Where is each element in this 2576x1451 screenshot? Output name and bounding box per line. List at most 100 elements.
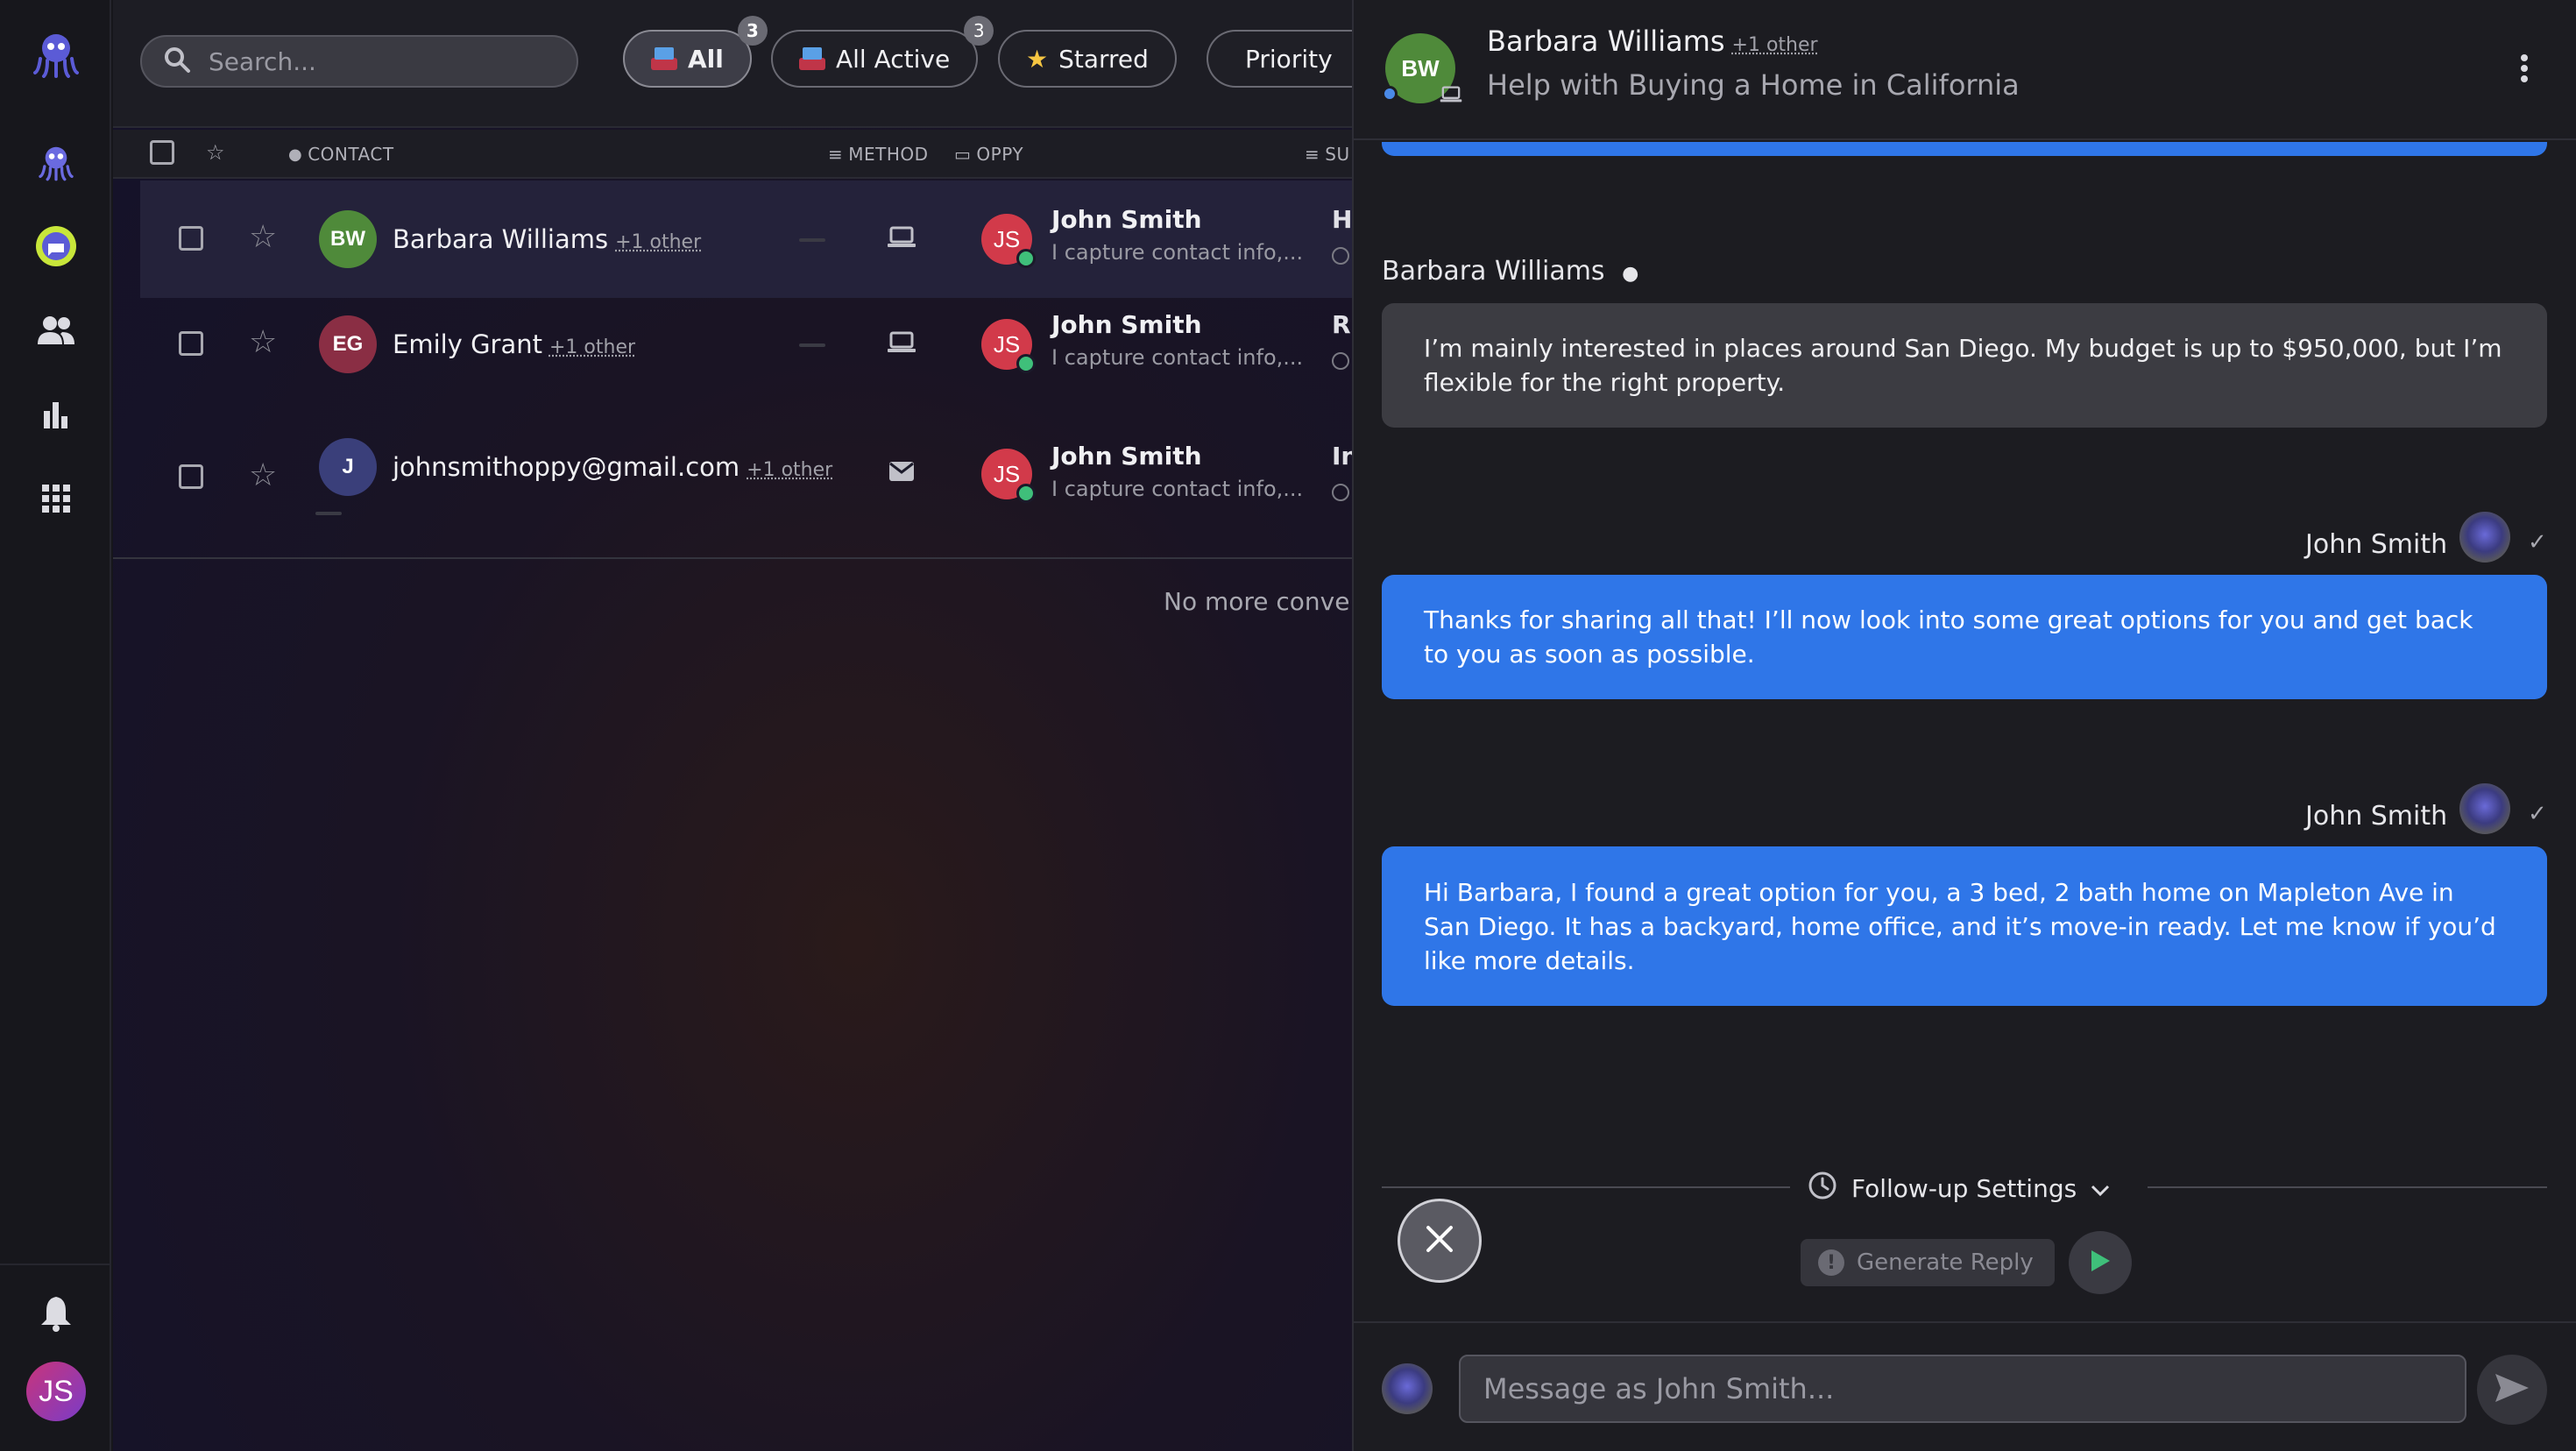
row-checkbox[interactable] [179,226,203,251]
row-checkbox[interactable] [179,464,203,489]
conversation-row[interactable]: ☆ J johnsmithoppy@gmail.com +1 other JS J… [140,415,1358,556]
list-end-divider [113,557,1352,559]
column-oppy-label: OPPY [976,144,1024,165]
column-contact-label: CONTACT [308,144,394,165]
agent-name: John Smith [1051,310,1202,339]
send-icon [2494,1372,2530,1407]
online-status-dot [1016,354,1036,373]
chat-bubble-icon[interactable] [27,217,85,275]
header-contact-name: Barbara Williams +1 other [1487,25,1818,58]
analytics-bar-chart-icon[interactable] [27,386,85,443]
message-sender-name: Barbara Williams [1382,256,1605,287]
column-summary[interactable]: ≡ SU [1305,144,1350,165]
plus-other-link[interactable]: +1 other [549,336,635,358]
filter-all-active[interactable]: All Active 3 [771,16,994,88]
summary-truncated: R [1332,310,1351,339]
clock-icon [1332,352,1349,370]
play-button[interactable] [2069,1231,2132,1294]
octopus-logo-icon[interactable] [27,25,85,82]
contact-name: Barbara Williams +1 other [393,224,701,254]
search-input[interactable] [209,46,559,76]
plus-other-link[interactable]: +1 other [747,459,832,481]
star-icon[interactable]: ☆ [249,457,277,493]
agent-avatar: JS [981,319,1036,373]
message-composer [1354,1321,2576,1451]
star-icon[interactable]: ☆ [249,219,277,255]
online-status-dot [1016,484,1036,503]
message-bubble-outgoing: Thanks for sharing all that! I’ll now lo… [1382,575,2547,699]
contact-name-text: Barbara Williams [393,224,609,254]
comment-icon: ▭ [954,144,972,165]
follow-up-divider-right [2148,1186,2547,1188]
contact-name-text: johnsmithoppy@gmail.com [393,452,740,482]
mail-icon [888,461,915,485]
contacts-icon[interactable] [27,301,85,359]
message-sender: John Smith [2305,529,2448,560]
conversation-row[interactable]: ☆ BW Barbara Williams +1 other JS John Sm… [140,180,1352,298]
close-icon [1425,1224,1454,1257]
agent-bot-avatar [2459,783,2510,834]
search-box[interactable] [140,35,578,88]
contact-name: Emily Grant +1 other [393,329,635,359]
more-options-icon[interactable] [2519,53,2530,88]
select-all-checkbox[interactable] [150,140,174,165]
inbox-tray-icon [651,47,677,70]
contact-name: johnsmithoppy@gmail.com +1 other [393,452,832,482]
chevron-down-icon [2091,1174,2110,1203]
rail-divider [0,1263,111,1265]
column-oppy[interactable]: ▭ OPPY [954,144,1023,165]
play-icon [2089,1249,2112,1277]
inbox-tray-icon [799,47,825,70]
plus-other-link[interactable]: +1 other [615,231,701,253]
delivered-check-icon: ✓ [2528,529,2547,556]
message-preview: I capture contact info,... [1051,345,1304,370]
online-status-dot [1016,249,1036,268]
generate-reply-button[interactable]: ! Generate Reply [1801,1239,2055,1286]
person-icon: ● [288,145,303,164]
follow-up-divider-left [1382,1186,1790,1188]
message-preview: I capture contact info,... [1051,240,1304,265]
contact-avatar: BW [319,210,377,268]
empty-placeholder-dash [799,343,825,347]
column-method[interactable]: ≡ METHOD [828,144,929,165]
message-bubble-outgoing: Hi Barbara, I found a great option for y… [1382,846,2547,1006]
star-column-icon[interactable]: ☆ [206,140,225,165]
column-contact[interactable]: ● CONTACT [288,144,394,165]
generate-reply-label: Generate Reply [1857,1249,2034,1276]
conversation-row[interactable]: ☆ EG Emily Grant +1 other JS John Smith I… [140,300,1352,405]
header-plus-other-link[interactable]: +1 other [1732,34,1818,56]
clock-icon [1332,484,1349,501]
contact-avatar: EG [319,315,377,373]
sender-identity-avatar[interactable] [1382,1363,1433,1414]
close-button[interactable] [1398,1199,1482,1283]
send-button[interactable] [2477,1355,2547,1425]
user-avatar[interactable]: JS [26,1362,86,1421]
row-checkbox[interactable] [179,331,203,356]
message-sender: John Smith [2305,801,2448,832]
message-input[interactable] [1459,1355,2466,1423]
agent-avatar: JS [981,214,1036,268]
filter-lines-icon: ≡ [828,144,844,165]
list-column-header: ☆ ● CONTACT ≡ METHOD ▭ OPPY ≡ SU [113,130,1352,179]
clock-icon [1808,1171,1837,1207]
filter-starred[interactable]: ★ Starred [998,30,1177,88]
filter-all-active-label: All Active [836,44,951,74]
star-icon[interactable]: ☆ [249,324,277,360]
star-emoji-icon: ★ [1026,44,1049,74]
filter-priority-label: Priority [1245,44,1333,74]
message-bubble-incoming: I’m mainly interested in places around S… [1382,303,2547,428]
agent-name: John Smith [1051,205,1202,234]
search-icon [163,46,191,77]
agent-avatar: JS [981,449,1036,503]
agent-bot-avatar [2459,512,2510,563]
column-method-label: METHOD [848,144,929,165]
filter-priority[interactable]: Priority [1207,30,1355,88]
list-end-message: No more conver [1164,587,1360,616]
octopus-agents-icon[interactable] [27,133,85,191]
follow-up-settings-toggle[interactable]: Follow-up Settings [1808,1171,2110,1207]
message-preview: I capture contact info,... [1051,477,1304,501]
filter-all[interactable]: All 3 [623,16,768,88]
channel-status-dot [1382,86,1398,102]
notifications-bell-icon[interactable] [27,1285,85,1342]
apps-grid-icon[interactable] [27,470,85,527]
